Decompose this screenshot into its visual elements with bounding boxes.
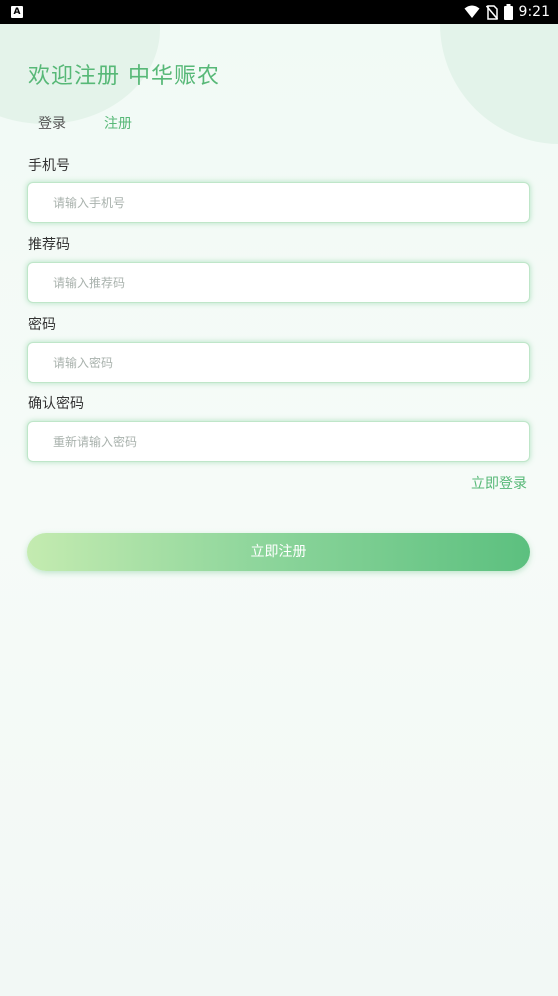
tab-login[interactable]: 登录 <box>38 113 66 133</box>
password-input[interactable] <box>28 343 529 382</box>
decorative-circle-right <box>440 24 558 144</box>
wifi-icon <box>464 5 480 18</box>
login-now-link[interactable]: 立即登录 <box>471 473 527 493</box>
status-icons: 9:21 <box>464 0 550 24</box>
password-label: 密码 <box>28 317 56 333</box>
confirm-password-input[interactable] <box>28 422 529 461</box>
notification-a-icon: A <box>11 6 23 18</box>
phone-field-container <box>27 182 530 223</box>
page-title: 欢迎注册 中华赈农 <box>28 64 220 89</box>
register-screen: 欢迎注册 中华赈农 登录 注册 手机号 推荐码 密码 确认密码 立即登录 立即注… <box>0 24 558 996</box>
referral-field-container <box>27 262 530 303</box>
battery-icon <box>503 4 513 20</box>
status-bar: A 9:21 <box>0 0 558 24</box>
phone-label: 手机号 <box>28 158 70 174</box>
no-sim-icon <box>485 4 498 20</box>
confirm-password-label: 确认密码 <box>28 396 84 412</box>
referral-label: 推荐码 <box>28 237 70 253</box>
referral-code-input[interactable] <box>28 263 529 302</box>
register-button[interactable]: 立即注册 <box>27 533 530 571</box>
confirm-password-field-container <box>27 421 530 462</box>
password-field-container <box>27 342 530 383</box>
status-time: 9:21 <box>518 4 550 20</box>
tab-register[interactable]: 注册 <box>104 113 132 133</box>
phone-input[interactable] <box>28 183 529 222</box>
